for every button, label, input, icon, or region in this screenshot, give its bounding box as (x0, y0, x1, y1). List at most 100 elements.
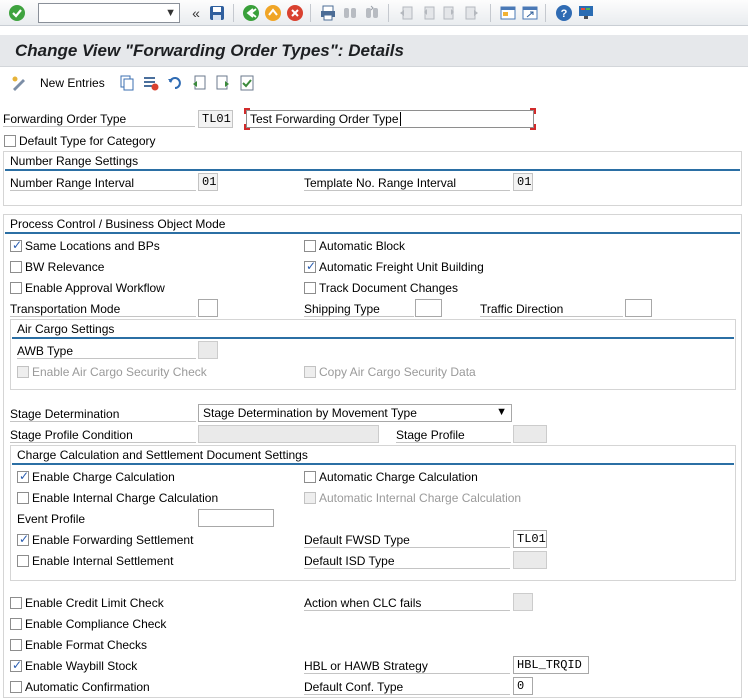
copy-security-checkbox[interactable] (304, 366, 316, 378)
credit-limit-checkbox[interactable] (10, 597, 22, 609)
event-profile-label: Event Profile (17, 512, 86, 526)
next-entry-icon[interactable] (214, 74, 232, 92)
hbl-strategy-label: HBL or HAWB Strategy (304, 659, 510, 674)
credit-limit-label: Enable Credit Limit Check (25, 596, 164, 610)
fwd-settlement-checkbox[interactable]: ✓ (17, 532, 29, 546)
delete-icon[interactable] (142, 74, 160, 92)
waybill-stock-checkbox[interactable]: ✓ (10, 658, 22, 672)
find-next-icon[interactable] (362, 3, 382, 23)
track-doc-changes-checkbox[interactable] (304, 282, 316, 294)
copy-icon[interactable] (118, 74, 136, 92)
stage-profile-input[interactable] (513, 425, 547, 443)
same-locations-checkbox[interactable]: ✓ (10, 238, 22, 252)
hbl-strategy-input[interactable]: HBL_TRQID (513, 656, 589, 674)
new-entries-button[interactable]: New Entries (40, 76, 105, 90)
awb-type-label: AWB Type (17, 344, 196, 359)
internal-charge-checkbox[interactable] (17, 492, 29, 504)
cancel-icon[interactable] (285, 3, 305, 23)
fwo-type-description-value: Test Forwarding Order Type (250, 112, 399, 126)
charge-divider (12, 463, 734, 465)
internal-settlement-checkbox[interactable] (17, 555, 29, 567)
compliance-checkbox[interactable] (10, 618, 22, 630)
default-fwsd-input[interactable]: TL01 (513, 530, 547, 548)
same-locations-label: Same Locations and BPs (25, 239, 160, 253)
transport-mode-input[interactable] (198, 299, 218, 317)
chevron-down-icon: ▼ (496, 406, 507, 418)
auto-confirmation-label: Automatic Confirmation (25, 680, 150, 694)
number-range-title: Number Range Settings (10, 154, 139, 168)
exit-icon[interactable] (263, 3, 283, 23)
default-conf-type-input[interactable]: 0 (513, 677, 533, 695)
automatic-block-checkbox[interactable] (304, 240, 316, 252)
template-range-field: 01 (513, 173, 533, 191)
traffic-direction-input[interactable] (625, 299, 652, 317)
expand-icon[interactable]: « (186, 3, 206, 23)
default-isd-input[interactable] (513, 551, 547, 569)
find-icon[interactable] (340, 3, 360, 23)
last-page-icon[interactable] (462, 3, 482, 23)
format-checks-checkbox[interactable] (10, 639, 22, 651)
previous-entry-icon[interactable] (190, 74, 208, 92)
compliance-label: Enable Compliance Check (25, 617, 167, 631)
fwo-type-label: Forwarding Order Type (3, 112, 195, 127)
traffic-direction-label: Traffic Direction (480, 302, 623, 317)
shortcut-icon[interactable] (520, 3, 540, 23)
auto-confirmation-checkbox[interactable] (10, 681, 22, 693)
stage-determination-value: Stage Determination by Movement Type (203, 406, 417, 420)
command-field[interactable]: ▼ (38, 3, 180, 23)
track-doc-changes-label: Track Document Changes (319, 281, 458, 295)
approval-workflow-label: Enable Approval Workflow (25, 281, 165, 295)
number-range-interval-field: 01 (198, 173, 218, 191)
stage-determination-label: Stage Determination (10, 407, 196, 422)
process-control-title: Process Control / Business Object Mode (10, 217, 226, 231)
previous-page-icon[interactable] (418, 3, 438, 23)
stage-determination-select[interactable]: Stage Determination by Movement Type ▼ (198, 404, 512, 422)
back-icon[interactable] (241, 3, 261, 23)
focus-corner-tl (244, 108, 250, 114)
fwo-type-description-input[interactable]: Test Forwarding Order Type (246, 110, 534, 128)
enter-icon[interactable] (7, 3, 27, 23)
auto-internal-charge-label: Automatic Internal Charge Calculation (319, 491, 522, 505)
command-dropdown-icon[interactable]: ▼ (165, 7, 176, 19)
stage-profile-condition-input[interactable] (198, 425, 379, 443)
shipping-type-input[interactable] (415, 299, 442, 317)
save-icon[interactable] (207, 3, 227, 23)
display-change-icon[interactable] (10, 74, 28, 92)
create-session-icon[interactable] (498, 3, 518, 23)
svg-text:?: ? (561, 8, 568, 20)
template-range-label: Template No. Range Interval (304, 176, 510, 191)
default-fwsd-label: Default FWSD Type (304, 533, 510, 548)
clc-fails-input[interactable] (513, 593, 533, 611)
auto-internal-charge-checkbox[interactable] (304, 492, 316, 504)
focus-corner-tr (530, 108, 536, 114)
approval-workflow-checkbox[interactable] (10, 282, 22, 294)
auto-charge-checkbox[interactable] (304, 471, 316, 483)
stage-profile-label: Stage Profile (396, 428, 511, 443)
automatic-block-label: Automatic Block (319, 239, 406, 253)
enable-charge-checkbox[interactable]: ✓ (17, 469, 29, 483)
awb-type-input[interactable] (198, 341, 218, 359)
undo-icon[interactable] (166, 74, 184, 92)
auto-fu-building-checkbox[interactable]: ✓ (304, 259, 316, 273)
layout-icon[interactable] (576, 3, 596, 23)
transport-mode-label: Transportation Mode (10, 302, 196, 317)
stage-profile-condition-label: Stage Profile Condition (10, 428, 196, 443)
charge-title: Charge Calculation and Settlement Docume… (17, 448, 308, 462)
select-all-icon[interactable] (238, 74, 256, 92)
application-toolbar: New Entries (0, 70, 748, 97)
air-cargo-security-checkbox[interactable] (17, 366, 29, 378)
print-icon[interactable] (318, 3, 338, 23)
bw-relevance-checkbox[interactable] (10, 261, 22, 273)
format-checks-label: Enable Format Checks (25, 638, 148, 652)
help-icon[interactable]: ? (554, 3, 574, 23)
internal-charge-label: Enable Internal Charge Calculation (32, 491, 219, 505)
default-type-label: Default Type for Category (19, 134, 156, 148)
next-page-icon[interactable] (440, 3, 460, 23)
shipping-type-label: Shipping Type (304, 302, 414, 317)
event-profile-input[interactable] (198, 509, 274, 527)
number-range-interval-label: Number Range Interval (10, 176, 196, 191)
copy-security-label: Copy Air Cargo Security Data (319, 365, 476, 379)
focus-corner-br (530, 124, 536, 130)
default-type-checkbox[interactable] (4, 135, 16, 147)
first-page-icon[interactable] (396, 3, 416, 23)
